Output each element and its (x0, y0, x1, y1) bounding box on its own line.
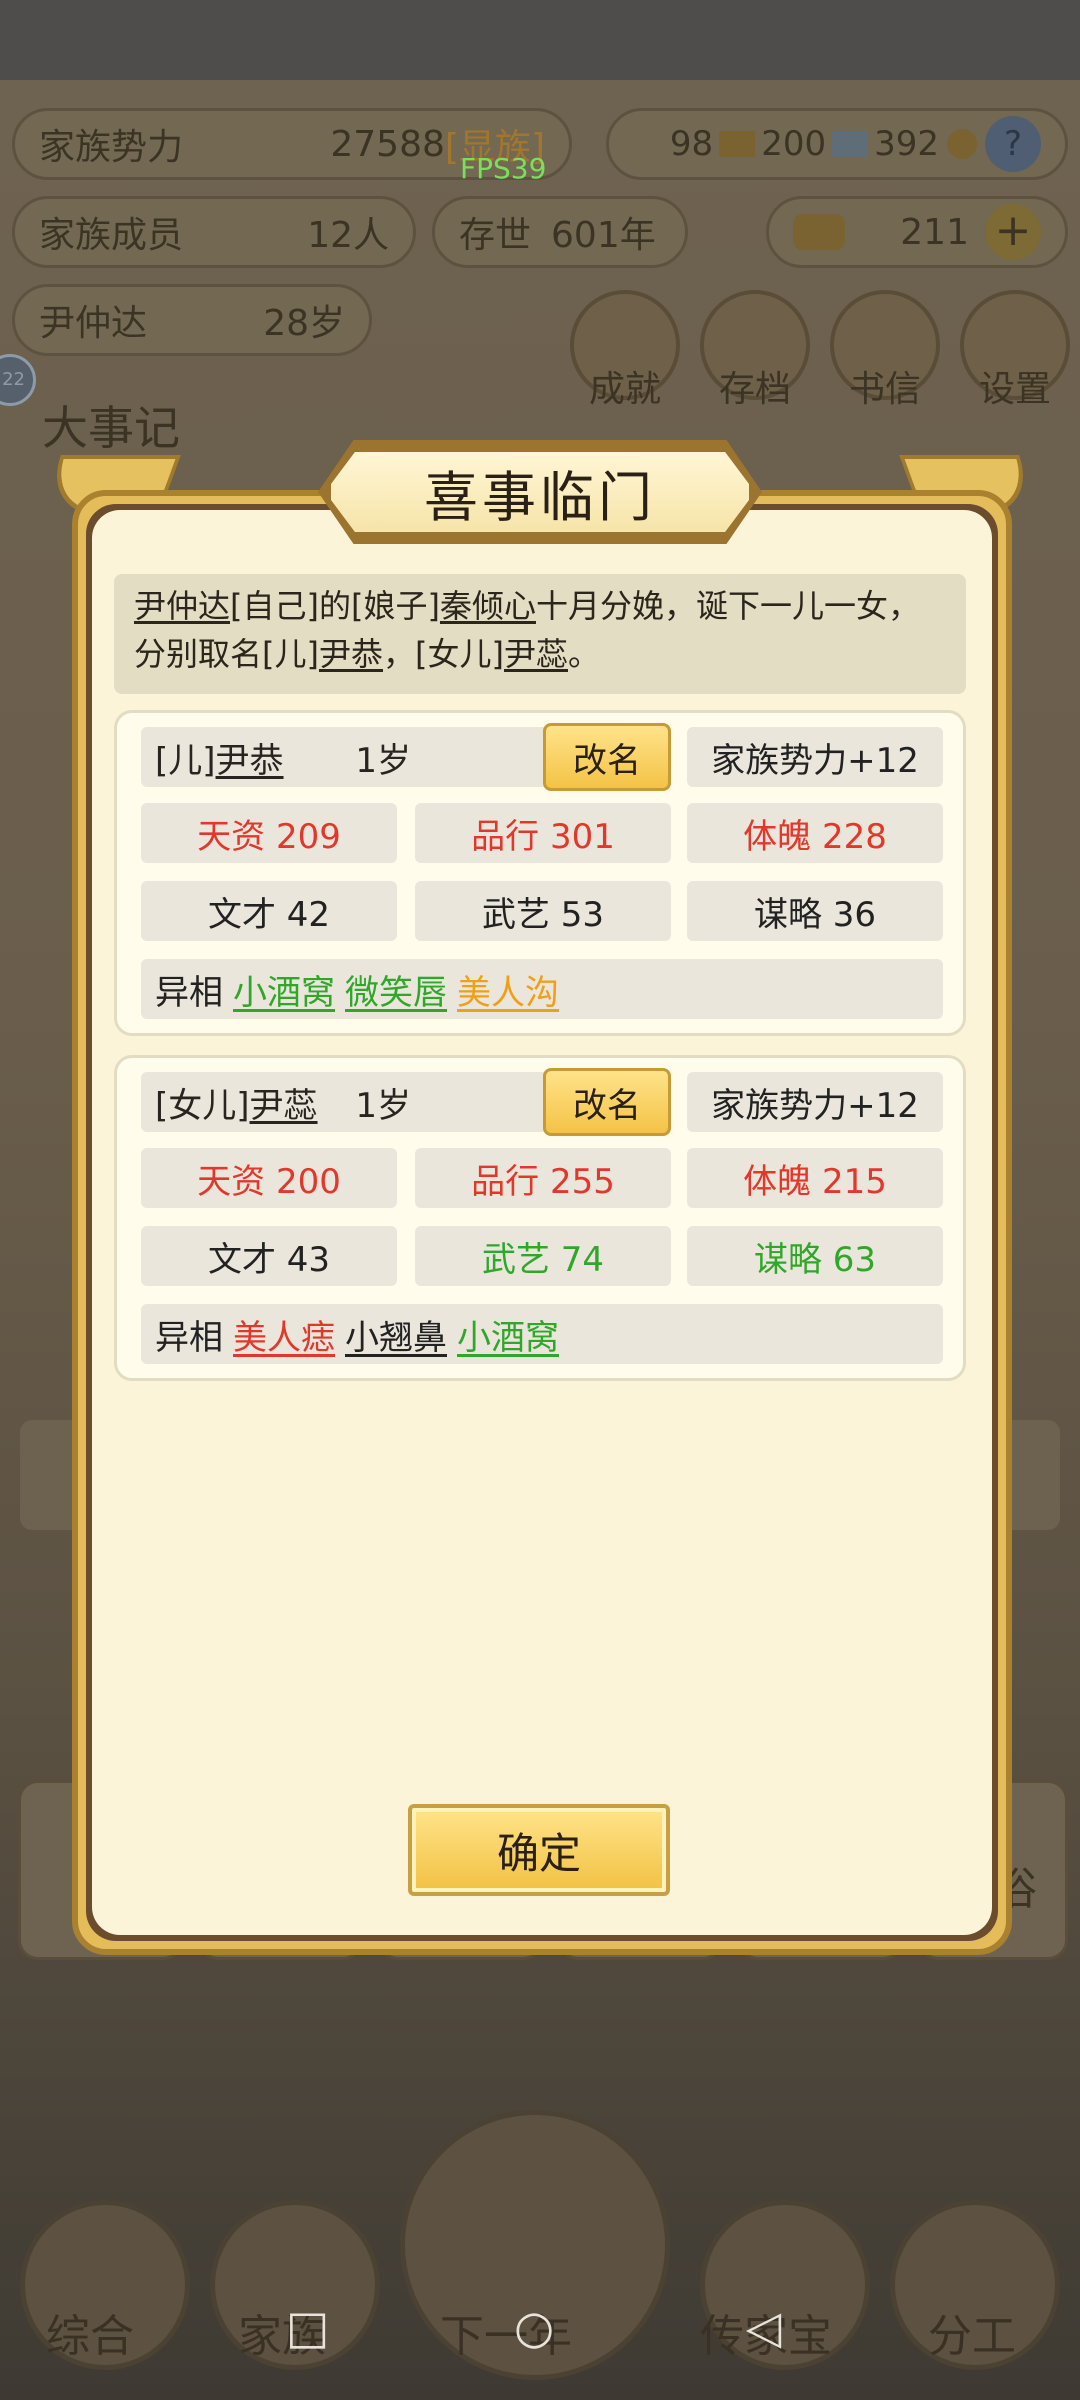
silver-bar-icon (832, 131, 869, 157)
gold-count: 98 (669, 124, 714, 164)
message-text: 。 (568, 635, 601, 673)
coin-count: 392 (874, 124, 939, 164)
stat-conduct: 品行 301 (415, 803, 671, 863)
system-recents-icon[interactable]: □ (286, 2300, 329, 2354)
trait-item[interactable]: 美人沟 (457, 965, 559, 1014)
traits-row: 异相 美人痣 小翘鼻 小酒窝 (141, 1304, 943, 1364)
family-members-value: 12人 (307, 215, 389, 256)
existence-panel: 存世 601年 (432, 196, 688, 268)
mother-name[interactable]: 秦倾心 (440, 587, 536, 625)
player-name: 尹仲达 (39, 303, 148, 344)
stat-literary: 文才 43 (141, 1226, 397, 1286)
family-members-label: 家族成员 (39, 215, 184, 256)
gold-bar-icon (719, 131, 756, 157)
message-text: ，[女儿] (383, 635, 504, 673)
stat-talent: 天资 200 (141, 1148, 397, 1208)
system-home-icon[interactable]: ○ (514, 2300, 554, 2354)
child-name-cell: [女儿] 尹蕊 1岁 (141, 1072, 551, 1132)
events-title: 大事记 (42, 401, 180, 455)
power-bonus: 家族势力+12 (687, 1072, 943, 1132)
stat-physique: 体魄 228 (687, 803, 943, 863)
letters-label: 书信 (848, 369, 921, 410)
child-name-cell: [儿] 尹恭 1岁 (141, 727, 551, 787)
family-power-label: 家族势力 (39, 127, 184, 168)
traits-label: 异相 (155, 1317, 223, 1358)
message-text: 十月分娩，诞下一儿一女 (535, 587, 888, 625)
stat-physique: 体魄 215 (687, 1148, 943, 1208)
achievements-label: 成就 (588, 369, 661, 410)
child-card-daughter: [女儿] 尹蕊 1岁 改名 家族势力+12 天资 200 品行 255 体魄 21… (114, 1055, 966, 1381)
help-icon[interactable]: ? (985, 116, 1041, 172)
stat-literary: 文才 42 (141, 881, 397, 941)
father-name[interactable]: 尹仲达 (134, 587, 230, 625)
save-label: 存档 (718, 369, 791, 410)
player-age: 28岁 (263, 303, 345, 344)
child-relation: [儿] (155, 740, 216, 781)
existence-value: 601年 (551, 215, 656, 256)
player-panel: 尹仲达 28岁 (12, 284, 372, 356)
existence-label: 存世 (459, 215, 532, 256)
family-members-panel: 家族成员 12人 (12, 196, 416, 268)
status-bar (0, 0, 1080, 80)
power-bonus: 家族势力+12 (687, 727, 943, 787)
child-card-son: [儿] 尹恭 1岁 改名 家族势力+12 天资 209 品行 301 体魄 228… (114, 710, 966, 1036)
stat-martial: 武艺 53 (415, 881, 671, 941)
ingot-count: 211 (900, 211, 969, 253)
settings-label: 设置 (978, 369, 1051, 410)
stat-talent: 天资 209 (141, 803, 397, 863)
dialog-title: 喜事临门 (424, 465, 656, 529)
ingot-icon (793, 214, 845, 250)
coin-icon (947, 129, 977, 159)
system-back-icon[interactable]: ◁ (746, 2300, 781, 2354)
silver-count: 200 (761, 124, 827, 164)
stat-martial: 武艺 74 (415, 1226, 671, 1286)
birth-message: 尹仲达[自己]的[娘子]秦倾心十月分娩，诞下一儿一女，分别取名[儿]尹恭，[女儿… (114, 574, 966, 694)
trait-item[interactable]: 微笑唇 (345, 965, 447, 1014)
son-name-link[interactable]: 尹恭 (319, 635, 383, 673)
fps-counter: FPS39 (460, 152, 547, 185)
nav-division[interactable]: 分工 (928, 2300, 1016, 2364)
family-power-value: 27588 (330, 123, 445, 165)
message-text: [自己]的[娘子] (230, 587, 440, 625)
trait-item[interactable]: 小酒窝 (457, 1310, 559, 1359)
traits-row: 异相 小酒窝 微笑唇 美人沟 (141, 959, 943, 1019)
nav-general[interactable]: 综合 (46, 2300, 134, 2364)
traits-label: 异相 (155, 972, 223, 1013)
title-plate: 喜事临门 (325, 446, 755, 538)
add-icon[interactable]: + (985, 204, 1041, 260)
stat-strategy: 谋略 36 (687, 881, 943, 941)
confirm-button[interactable]: 确定 (408, 1804, 670, 1896)
ingot-panel: 211 + (766, 196, 1068, 268)
stat-strategy: 谋略 63 (687, 1226, 943, 1286)
stat-conduct: 品行 255 (415, 1148, 671, 1208)
rename-button[interactable]: 改名 (543, 723, 671, 791)
rename-button[interactable]: 改名 (543, 1068, 671, 1136)
child-name[interactable]: 尹恭 (216, 733, 284, 782)
trait-item[interactable]: 小酒窝 (233, 965, 335, 1014)
child-age: 1岁 (355, 740, 411, 781)
currency-panel: 98 200 392 ? (606, 108, 1068, 180)
child-name[interactable]: 尹蕊 (250, 1078, 318, 1127)
child-relation: [女儿] (155, 1085, 250, 1126)
trait-item[interactable]: 美人痣 (233, 1310, 335, 1359)
child-age: 1岁 (355, 1085, 411, 1126)
daughter-name-link[interactable]: 尹蕊 (504, 635, 568, 673)
trait-item[interactable]: 小翘鼻 (345, 1310, 447, 1359)
